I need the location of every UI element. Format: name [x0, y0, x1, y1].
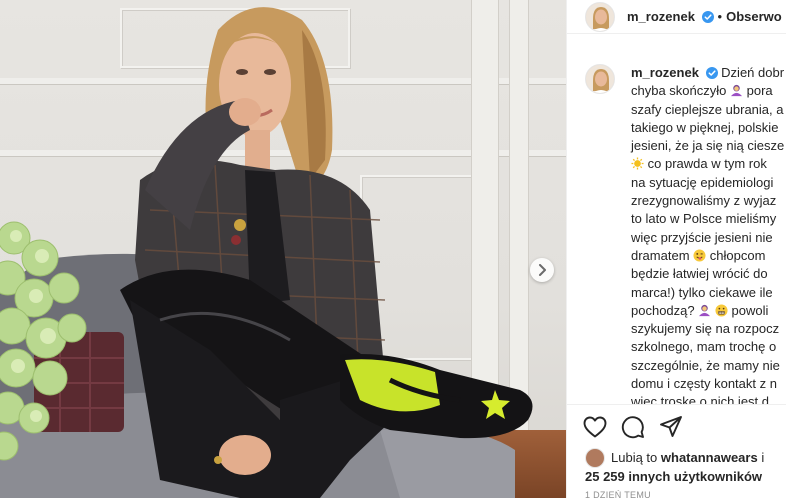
caption-line: chyba skończyło — [631, 83, 727, 99]
separator-dot: • — [717, 9, 723, 24]
post-sidebar: m_rozenek • Obserwo m_rozenek Dzień dobr… — [566, 0, 786, 498]
comment-icon — [621, 415, 644, 438]
likes-conjunction: i — [761, 450, 765, 465]
verified-badge-icon — [705, 67, 718, 79]
caption-line: szkolnego, mam trochę o — [631, 339, 777, 355]
comment-button[interactable] — [621, 415, 645, 439]
next-photo-button[interactable] — [530, 258, 554, 282]
caption-username[interactable]: m_rozenek — [631, 65, 699, 80]
caption-line: zrezygnowaliśmy z wyjaz — [631, 193, 777, 209]
caption-line: pochodzą? — [631, 302, 695, 318]
liker-avatar[interactable] — [585, 448, 605, 468]
woman-shrugging-emoji-icon — [730, 85, 743, 97]
caption-line: szafy cieplejsze ubrania, a — [631, 101, 784, 117]
follow-button[interactable]: Obserwo — [726, 9, 782, 24]
heart-icon — [583, 416, 607, 437]
sun-emoji-icon — [631, 157, 644, 171]
post-header: m_rozenek • Obserwo — [567, 0, 786, 34]
caption-avatar[interactable] — [585, 64, 615, 94]
caption-text: m_rozenek Dzień dobr chyba skończyło por… — [631, 64, 785, 404]
verified-badge-icon — [701, 11, 714, 23]
caption-line: chłopcom — [709, 247, 766, 263]
grimacing-emoji-icon — [715, 304, 728, 317]
caption-line: Dzień dobr — [721, 65, 785, 80]
caption-line: więc troskę o nich jest d — [631, 394, 770, 404]
hydrangea-plant — [0, 221, 87, 461]
caption-line: marca!) tylko ciekawe ile — [631, 284, 773, 300]
caption-line: szykujemy się na rozpocz — [631, 321, 780, 337]
like-button[interactable] — [583, 416, 607, 438]
other-likers-link[interactable]: 25 259 innych użytkowników — [585, 469, 762, 484]
caption-line: szczególnie, że mamy nie — [631, 357, 780, 373]
caption-line: dramatem — [631, 247, 690, 263]
caption-line: będzie łatwiej wrócić do — [631, 266, 768, 282]
caption: m_rozenek Dzień dobr chyba skończyło por… — [567, 52, 786, 404]
header-username-link[interactable]: m_rozenek — [627, 9, 714, 24]
chevron-right-icon — [539, 264, 546, 276]
caption-line: powoli — [731, 302, 769, 318]
action-bar — [567, 404, 786, 448]
caption-line: pora — [746, 83, 773, 99]
comments-section[interactable]: m_rozenek Dzień dobr chyba skończyło por… — [567, 52, 786, 404]
post-photo[interactable] — [0, 0, 566, 498]
avatar-image — [586, 2, 614, 31]
caption-line: co prawda w tym rok — [647, 156, 767, 172]
likes-prefix: Lubią to — [611, 450, 658, 465]
caption-line: to lato w Polsce mieliśmy — [631, 211, 777, 227]
winking-tongue-emoji-icon — [693, 249, 706, 262]
share-icon — [660, 415, 682, 437]
liker-username-link[interactable]: whatannawears — [661, 449, 758, 467]
username-text: m_rozenek — [627, 9, 695, 24]
caption-line: na sytuację epidemiologi — [631, 174, 774, 190]
caption-line: więc przyjście jesieni nie — [631, 229, 773, 245]
caption-line: domu i częsty kontakt z n — [631, 376, 777, 392]
woman-shrugging-emoji-icon — [699, 304, 711, 316]
caption-line: jesieni, że ja się nią ciesze — [631, 138, 785, 154]
avatar[interactable] — [585, 1, 615, 32]
share-button[interactable] — [659, 415, 683, 439]
post-timestamp[interactable]: 1 DZIEŃ TEMU — [585, 490, 651, 498]
avatar-image — [586, 65, 614, 93]
caption-line: takiego w pięknej, polskie — [631, 119, 779, 135]
woman-figure — [120, 7, 533, 498]
likes-summary: Lubią to whatannawears i 25 259 innych u… — [585, 448, 786, 486]
